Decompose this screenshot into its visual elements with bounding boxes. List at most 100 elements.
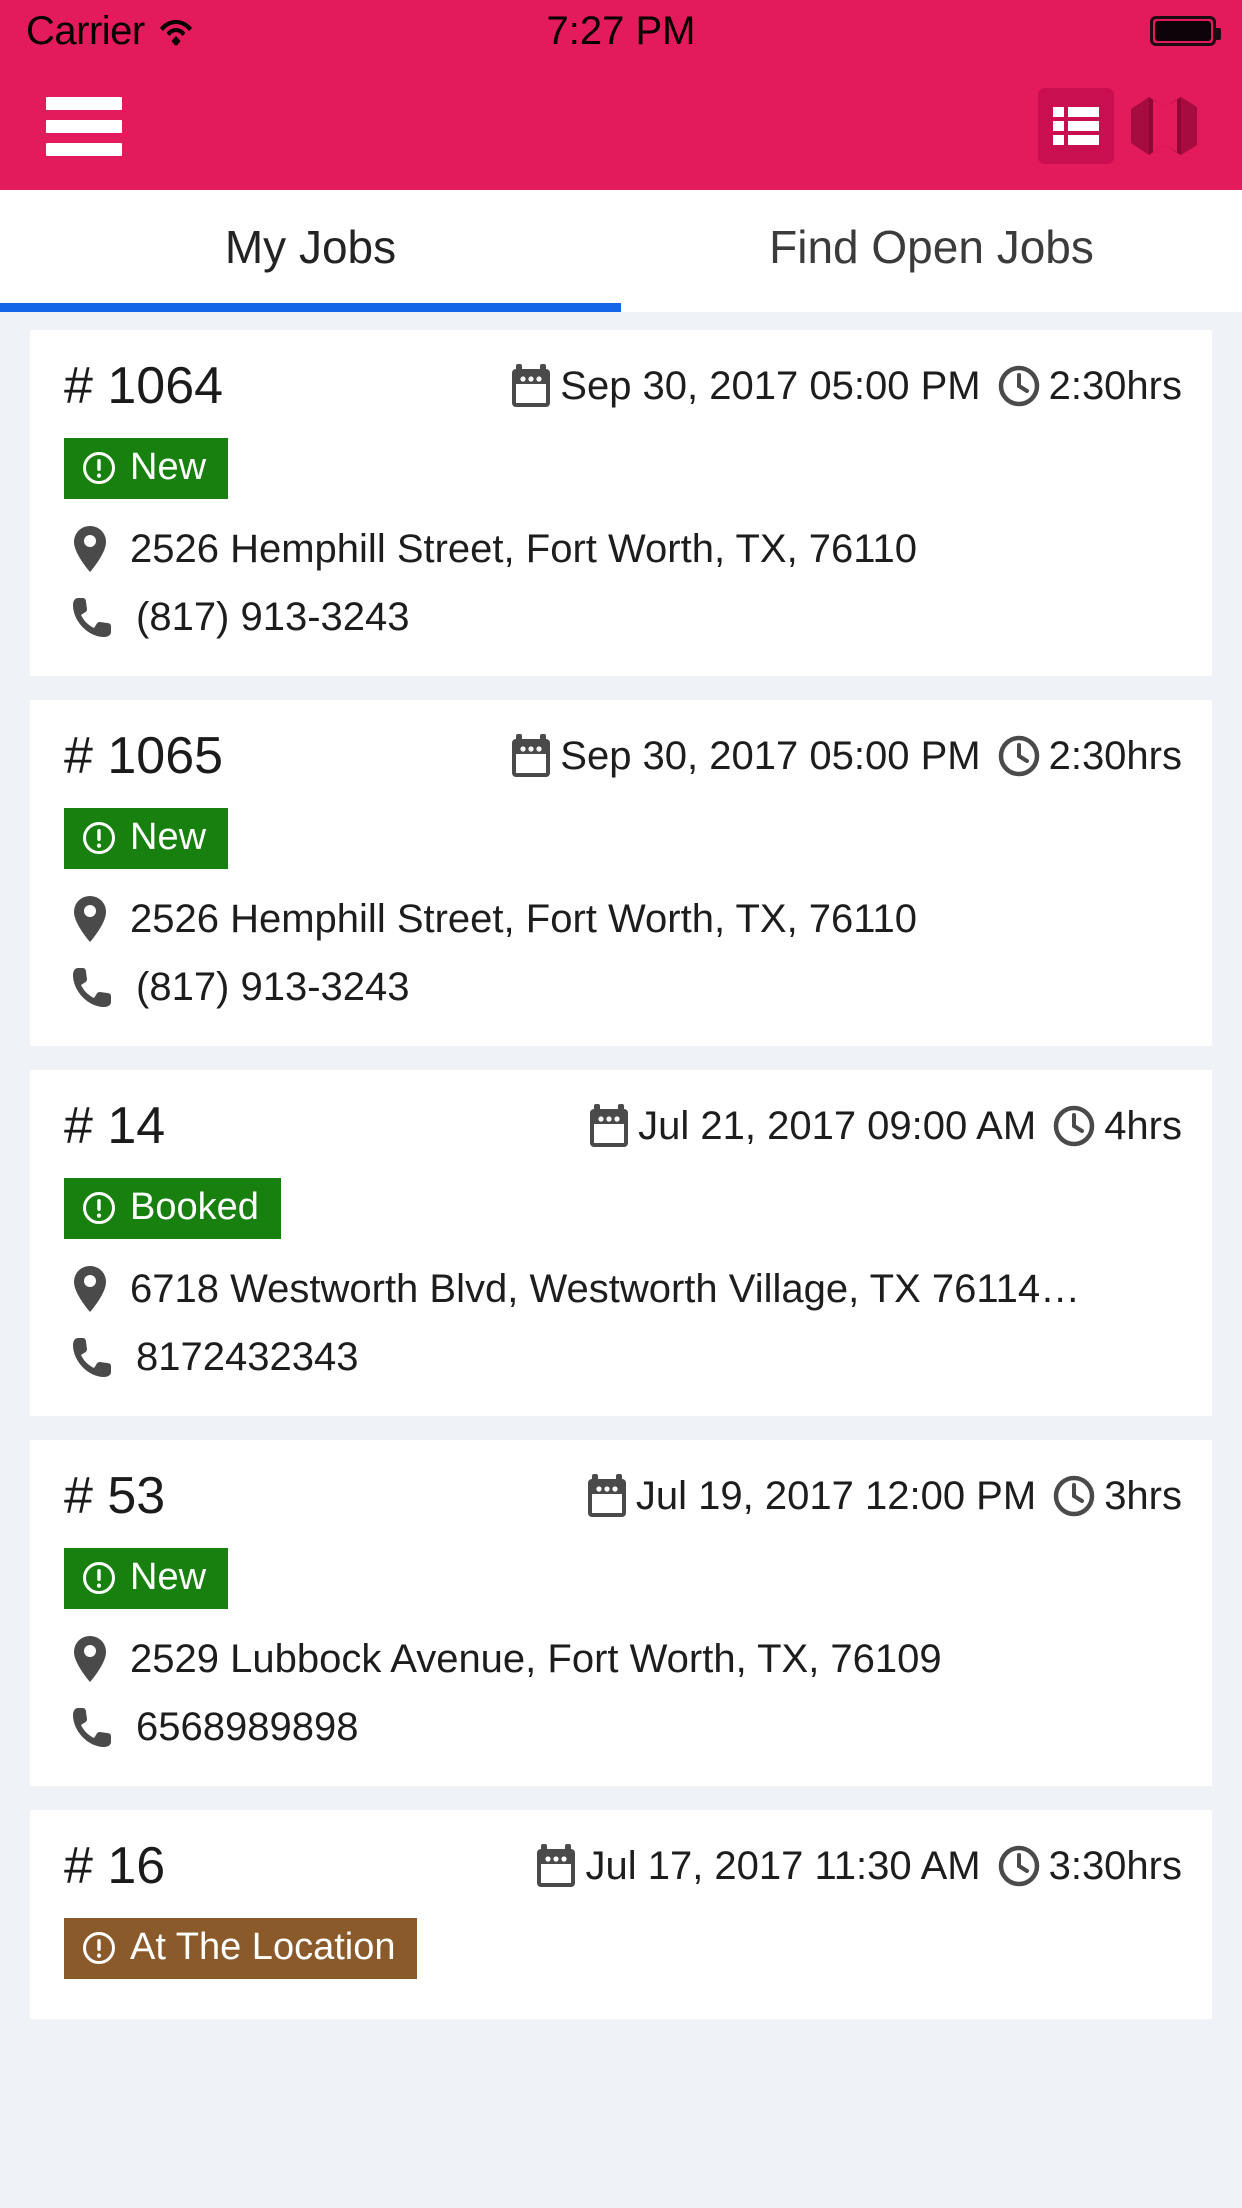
tab-active-indicator — [0, 303, 621, 312]
job-duration: 2:30hrs — [997, 364, 1182, 409]
job-phone-text: (817) 913-3243 — [136, 595, 410, 639]
phone-icon — [72, 1706, 114, 1750]
job-card[interactable]: # 16 Jul 17, 2017 11:30 AM 3:30hrs At Th… — [30, 1810, 1212, 2019]
job-phone-text: (817) 913-3243 — [136, 965, 410, 1009]
job-address-row[interactable]: 2529 Lubbock Avenue, Fort Worth, TX, 761… — [64, 1623, 1182, 1693]
job-date-text: Jul 17, 2017 11:30 AM — [585, 1843, 981, 1888]
status-badge-label: New — [130, 446, 207, 488]
job-address-text: 2526 Hemphill Street, Fort Worth, TX, 76… — [130, 896, 918, 941]
list-view-icon[interactable] — [1038, 88, 1114, 164]
job-date: Sep 30, 2017 05:00 PM — [510, 363, 981, 409]
tab-my-jobs[interactable]: My Jobs — [0, 190, 621, 312]
status-badge: New — [64, 808, 229, 869]
job-card-meta: Jul 19, 2017 12:00 PM 3hrs — [586, 1474, 1182, 1519]
job-date: Jul 21, 2017 09:00 AM — [588, 1104, 1036, 1149]
job-status-row: New — [64, 808, 1182, 869]
job-card-meta: Jul 21, 2017 09:00 AM 4hrs — [588, 1104, 1182, 1149]
status-badge-label: Booked — [130, 1186, 259, 1228]
job-id: # 14 — [64, 1097, 166, 1155]
job-phone-row[interactable]: 6568989898 — [64, 1693, 1182, 1760]
job-card[interactable]: # 1065 Sep 30, 2017 05:00 PM 2:30hrs New… — [30, 700, 1212, 1046]
job-status-row: New — [64, 438, 1182, 499]
job-date-text: Jul 21, 2017 09:00 AM — [638, 1103, 1037, 1148]
clock-icon — [997, 1844, 1041, 1888]
job-card[interactable]: # 14 Jul 21, 2017 09:00 AM 4hrs Booked 6… — [30, 1070, 1212, 1416]
job-address-text: 2526 Hemphill Street, Fort Worth, TX, 76… — [130, 526, 918, 571]
job-duration: 2:30hrs — [997, 734, 1182, 779]
job-duration-text: 2:30hrs — [1048, 733, 1182, 778]
location-pin-icon — [72, 525, 108, 573]
status-badge: At The Location — [64, 1918, 418, 1979]
job-phone-row[interactable]: (817) 913-3243 — [64, 953, 1182, 1020]
job-phone-text: 6568989898 — [136, 1705, 359, 1749]
job-card-header: # 14 Jul 21, 2017 09:00 AM 4hrs — [64, 1096, 1182, 1156]
tab-find-open-jobs[interactable]: Find Open Jobs — [621, 190, 1242, 312]
job-duration-text: 3hrs — [1104, 1473, 1182, 1518]
job-duration-text: 3:30hrs — [1048, 1843, 1182, 1888]
job-address-row[interactable]: 2526 Hemphill Street, Fort Worth, TX, 76… — [64, 883, 1182, 953]
location-pin-icon — [72, 1635, 108, 1683]
job-duration-text: 2:30hrs — [1048, 363, 1182, 408]
phone-icon — [72, 596, 114, 640]
job-date: Jul 17, 2017 11:30 AM — [535, 1843, 981, 1889]
alert-circle-icon — [82, 1191, 116, 1225]
status-bar-right — [1150, 16, 1221, 46]
job-address-text: 2529 Lubbock Avenue, Fort Worth, TX, 761… — [130, 1636, 942, 1681]
tab-my-jobs-label: My Jobs — [224, 221, 397, 273]
phone-icon — [72, 1336, 114, 1380]
tab-bar: My Jobs Find Open Jobs — [0, 190, 1242, 312]
job-date-text: Jul 19, 2017 12:00 PM — [635, 1473, 1037, 1518]
app-header — [0, 62, 1242, 190]
carrier-label: Carrier — [26, 8, 145, 53]
job-card[interactable]: # 53 Jul 19, 2017 12:00 PM 3hrs New 2529… — [30, 1440, 1212, 1786]
job-phone-row[interactable]: 8172432343 — [64, 1323, 1182, 1390]
wifi-icon — [159, 16, 193, 46]
calendar-icon — [586, 1474, 628, 1518]
clock-icon — [1052, 1474, 1096, 1518]
job-duration-text: 4hrs — [1104, 1103, 1182, 1148]
clock-icon — [997, 364, 1041, 408]
location-pin-icon — [72, 1265, 108, 1313]
alert-circle-icon — [82, 1931, 116, 1965]
job-card-header: # 1064 Sep 30, 2017 05:00 PM 2:30hrs — [64, 356, 1182, 416]
job-duration: 4hrs — [1052, 1104, 1182, 1149]
calendar-icon — [535, 1844, 577, 1888]
alert-circle-icon — [82, 821, 116, 855]
map-view-icon[interactable] — [1126, 88, 1202, 164]
battery-full-icon — [1150, 16, 1221, 46]
job-date: Sep 30, 2017 05:00 PM — [510, 733, 981, 779]
phone-icon — [72, 966, 114, 1010]
status-bar-left: Carrier — [26, 9, 193, 54]
job-id: # 1065 — [64, 727, 224, 785]
status-badge-label: At The Location — [130, 1926, 396, 1968]
job-id: # 53 — [64, 1467, 166, 1525]
location-pin-icon — [72, 895, 108, 943]
job-card[interactable]: # 1064 Sep 30, 2017 05:00 PM 2:30hrs New… — [30, 330, 1212, 676]
job-id: # 1064 — [64, 357, 224, 415]
job-date-text: Sep 30, 2017 05:00 PM — [560, 733, 981, 778]
job-card-meta: Sep 30, 2017 05:00 PM 2:30hrs — [510, 364, 1182, 409]
job-duration: 3:30hrs — [997, 1844, 1182, 1889]
job-card-meta: Sep 30, 2017 05:00 PM 2:30hrs — [510, 734, 1182, 779]
job-address-row[interactable]: 6718 Westworth Blvd, Westworth Village, … — [64, 1253, 1182, 1323]
header-actions — [1038, 88, 1202, 164]
job-status-row: New — [64, 1548, 1182, 1609]
job-status-row: At The Location — [64, 1918, 1182, 1979]
clock-icon — [997, 734, 1041, 778]
job-address-text: 6718 Westworth Blvd, Westworth Village, … — [130, 1266, 1090, 1311]
job-address-row[interactable]: 2526 Hemphill Street, Fort Worth, TX, 76… — [64, 513, 1182, 583]
hamburger-menu-icon[interactable] — [46, 96, 122, 156]
alert-circle-icon — [82, 1561, 116, 1595]
job-phone-row[interactable]: (817) 913-3243 — [64, 583, 1182, 650]
calendar-icon — [510, 364, 552, 408]
job-list[interactable]: # 1064 Sep 30, 2017 05:00 PM 2:30hrs New… — [0, 312, 1242, 2208]
status-badge-label: New — [130, 816, 207, 858]
job-card-header: # 53 Jul 19, 2017 12:00 PM 3hrs — [64, 1466, 1182, 1526]
job-duration: 3hrs — [1052, 1474, 1182, 1519]
job-date-text: Sep 30, 2017 05:00 PM — [560, 363, 981, 408]
clock-icon — [1052, 1104, 1096, 1148]
job-date: Jul 19, 2017 12:00 PM — [586, 1474, 1036, 1519]
status-badge-label: New — [130, 1556, 207, 1598]
status-badge: New — [64, 1548, 229, 1609]
status-bar: Carrier 7:27 PM — [0, 0, 1242, 62]
